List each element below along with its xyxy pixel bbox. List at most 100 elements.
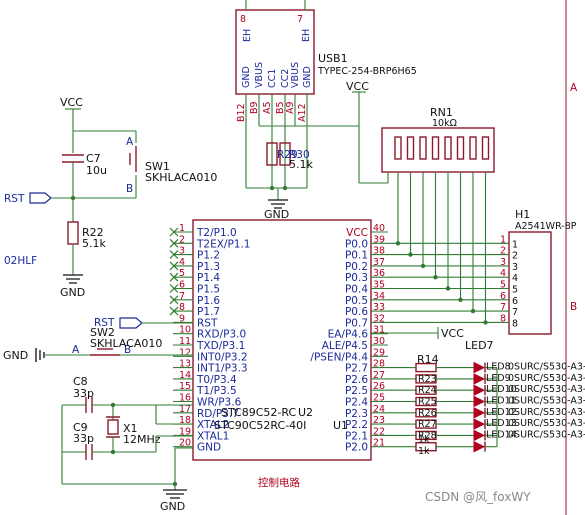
usb-designator: USB1	[318, 52, 348, 65]
led-bank: R14 LED7 R23R24R25R26R27R281k1kLED80SURC…	[410, 339, 585, 457]
mcu-pin-name-right: ALE/P4.5	[322, 340, 368, 352]
h1-pin-label: 8	[512, 318, 518, 329]
rn1-element	[469, 136, 477, 160]
led-resistor-label: R26	[418, 408, 437, 419]
mcu-pin-num-left: 13	[179, 359, 191, 370]
sw1-pin-b: B	[126, 183, 133, 195]
mcu-pin-name-right: P2.0	[345, 442, 368, 454]
led-resistor-label: R24	[418, 385, 437, 396]
h1-pin-label: 3	[512, 262, 518, 273]
rn1-element	[406, 136, 415, 160]
sw2-int0-switch: GND A B SW2 SKHLACA010	[3, 326, 193, 362]
mcu-pin-name-left: INT0/P3.2	[197, 351, 248, 363]
mcu-pin-name-right: P0.3	[345, 272, 368, 284]
led-part-number: 0SURC/S530-A3-L	[508, 407, 585, 418]
r22-value: 5.1k	[82, 237, 106, 250]
mcu-pin-num-left: 3	[179, 246, 185, 257]
usb-pin-gnd1: GND	[241, 66, 252, 88]
mcu-pin-name-right: P0.7	[345, 317, 368, 329]
led-resistor-label: R27	[418, 419, 437, 430]
rst-port-left: RST	[4, 193, 25, 205]
mcu-part-2: STC90C52RC-40I	[214, 419, 306, 432]
mcu-pin-name-left: P1.6	[197, 295, 220, 307]
rn1-element	[481, 136, 490, 160]
mcu-pin-num-left: 14	[179, 370, 191, 381]
led-resistor-label: R25	[418, 397, 437, 408]
c9-value: 33p	[73, 432, 94, 445]
mcu-pin-name-left: P1.7	[197, 306, 220, 318]
mcu-pin-name-right: P2.5	[345, 385, 368, 397]
h1-header: H1 A2541WR-8P 1 12 23 34 45 56 67 78 8	[500, 208, 577, 335]
usb1-connector: 8 7 EH EH GND VBUS CC1 CC2 VBUS GND USB1…	[235, 0, 417, 221]
mcu-pin-num-right: 38	[373, 246, 385, 257]
mcu-pin-num-right: 37	[373, 257, 385, 268]
led-part-number: 0SURC/S530-A3-L	[508, 373, 585, 384]
led-part-number: 0SURC/S530-A3-L	[508, 384, 585, 395]
led-diode	[473, 395, 486, 408]
led-diode	[473, 384, 486, 397]
h1-pin-label: 1	[512, 239, 518, 250]
rn1-element	[456, 136, 465, 160]
vcc-reset-label: VCC	[60, 96, 83, 109]
led-diode	[473, 440, 486, 453]
led-diode	[473, 429, 486, 442]
mcu-pin-name-left: INT1/P3.3	[197, 363, 248, 375]
gnd-usb-label: GND	[264, 208, 289, 221]
mcu-pin-name-right: P2.7	[345, 363, 368, 375]
sw1-part-number: SKHLACA010	[145, 171, 217, 184]
mcu-pin-num-left: 8	[179, 302, 185, 313]
usb-pin-8: 8	[240, 14, 246, 25]
usb-num-b12: B12	[236, 103, 247, 122]
frame-zone-b: B	[570, 301, 577, 313]
usb-num-a5: A5	[262, 101, 273, 114]
mcu-pin-name-left: T2/P1.0	[196, 227, 237, 239]
mcu-pin-num-left: 4	[179, 257, 185, 268]
mcu-pin-name-left: P1.3	[197, 261, 220, 273]
rn1-element	[419, 136, 427, 160]
led-diode	[473, 373, 486, 385]
mcu-pin-name-left: T1/P3.5	[196, 385, 237, 397]
led-resistor-value: 1k	[418, 446, 430, 457]
mcu-pin-num-left: 7	[179, 291, 185, 302]
mcu-pin-num-right: 29	[373, 347, 385, 358]
mcu-part-1: STC89C52-RC	[221, 406, 296, 419]
mcu-u1: U1	[333, 419, 348, 432]
mcu-pin-num-right: 21	[373, 438, 385, 449]
mcu-pin-name-right: P0.1	[345, 250, 368, 262]
led-part-number: 0SURC/S530-A3-L	[508, 429, 585, 440]
mcu-pin-num-right: 34	[373, 291, 385, 302]
usb-eh-left: EH	[242, 29, 253, 42]
led-designator: LED8	[486, 362, 511, 373]
mcu-pin-name-left: P1.4	[197, 272, 220, 284]
mcu-pin-name-left: RST	[197, 317, 218, 329]
h1-part-number: A2541WR-8P	[515, 221, 577, 232]
mcu-pin-num-right: 36	[373, 268, 385, 279]
mcu-u2: U2	[298, 406, 313, 419]
mcu-pin-name-left: XTAL1	[197, 430, 229, 442]
mcu-pin-num-left: 15	[179, 381, 191, 392]
led-designator: LED9	[486, 373, 511, 384]
schematic-canvas: A B 8 7 EH EH GND VBUS CC1 CC2 VBUS GND …	[3, 0, 585, 515]
usb-num-a9: A9	[285, 101, 296, 114]
led-part-number: 0SURC/S530-A3-L	[508, 418, 585, 429]
led-diode	[473, 406, 486, 419]
h1-pin-label: 5	[512, 285, 518, 296]
mcu-pin-name-right: P2.1	[345, 430, 368, 442]
frame-zone-a: A	[570, 82, 578, 94]
mcu-pin-name-right: P2.3	[345, 408, 368, 420]
sw2-part-number: SKHLACA010	[90, 337, 162, 350]
mcu-pin-num-left: 16	[179, 393, 191, 404]
mcu-pin-num-left: 1	[179, 223, 185, 234]
circuit-title: 控制电路	[258, 476, 300, 489]
led-part-number: 0SURC/S530-A3-L	[508, 362, 585, 373]
mcu-pin-num-right: 30	[373, 336, 385, 347]
led-part-number: 0SURC/S530-A3-L	[508, 396, 585, 407]
mcu-pin-num-right: 33	[373, 302, 385, 313]
mcu-pin-num-right: 28	[373, 359, 385, 370]
mcu-pin-name-right: P0.4	[345, 284, 368, 296]
mcu-pin-name-right: /PSEN/P4.4	[310, 351, 368, 363]
mcu-pin-name-left: P1.5	[197, 284, 220, 296]
led7-designator: LED7	[465, 339, 494, 352]
r-usb-value: 5.1k	[289, 158, 313, 171]
mcu-pin-num-right: 25	[373, 393, 385, 404]
